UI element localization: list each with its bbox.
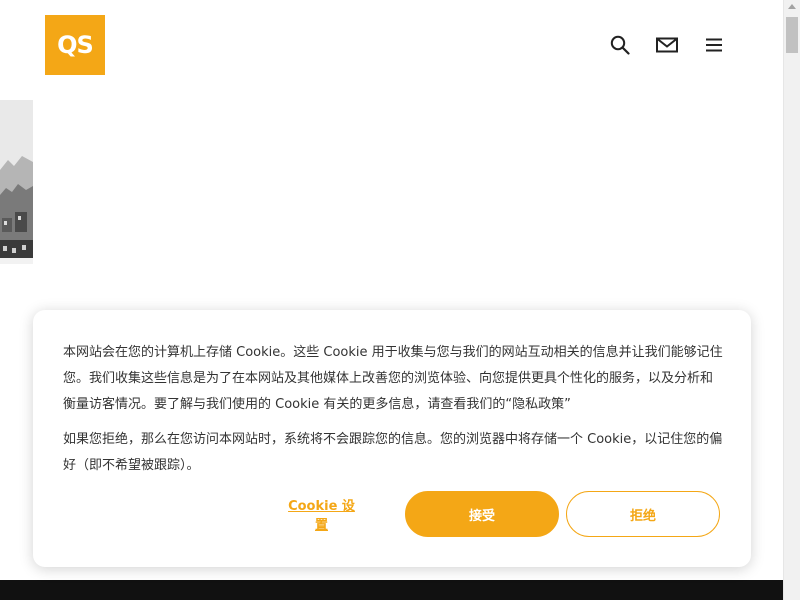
scroll-up-arrow-icon[interactable] <box>788 4 796 9</box>
reject-button-label: 拒绝 <box>629 508 656 524</box>
logo-text: QS <box>57 31 94 59</box>
cookie-info-paragraph: 本网站会在您的计算机上存储 Cookie。这些 Cookie 用于收集与您与我们… <box>63 340 723 418</box>
scroll-thumb[interactable] <box>786 17 798 53</box>
cookie-settings-link[interactable]: Cookie 设置 <box>283 495 360 533</box>
menu-icon[interactable] <box>702 33 726 57</box>
cookie-actions: Cookie 设置 接受 拒绝 <box>283 491 720 537</box>
accept-button-label: 接受 <box>468 508 495 524</box>
mail-icon[interactable] <box>655 33 679 57</box>
accept-button[interactable]: 接受 <box>405 491 559 537</box>
footer-band <box>0 580 783 600</box>
page: QS 本网站会在您的计算机上存储 Cookie。这些 Cookie 用于收集与您… <box>0 0 800 600</box>
search-icon[interactable] <box>608 33 632 57</box>
qs-logo[interactable]: QS <box>45 15 105 75</box>
hero-image <box>0 100 33 264</box>
reject-button[interactable]: 拒绝 <box>566 491 720 537</box>
header-icons <box>608 33 749 57</box>
cookie-consent-banner: 本网站会在您的计算机上存储 Cookie。这些 Cookie 用于收集与您与我们… <box>33 310 751 567</box>
cookie-reject-paragraph: 如果您拒绝，那么在您访问本网站时，系统将不会跟踪您的信息。您的浏览器中将存储一个… <box>63 432 723 473</box>
privacy-policy-link[interactable]: “隐私政策” <box>505 397 570 412</box>
cookie-info-text: 本网站会在您的计算机上存储 Cookie。这些 Cookie 用于收集与您与我们… <box>63 345 723 412</box>
vertical-scrollbar[interactable] <box>783 0 800 600</box>
